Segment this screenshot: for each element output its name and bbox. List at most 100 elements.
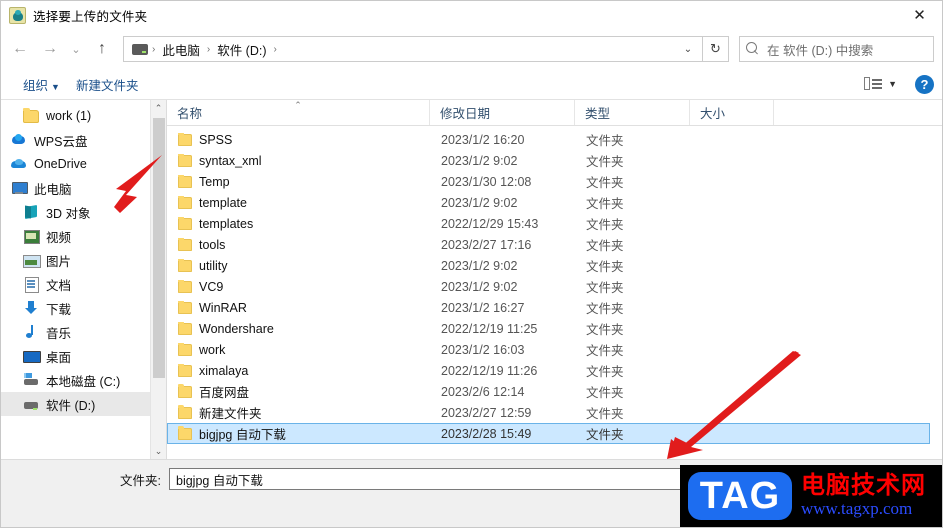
organize-button[interactable]: 组织 ▼ — [15, 72, 68, 97]
downloads-icon — [23, 300, 39, 316]
drive-icon — [23, 396, 39, 412]
column-header-type-label: 类型 — [585, 107, 611, 121]
cell-name: SPSS — [168, 132, 431, 147]
table-row[interactable]: ximalaya 2022/12/19 11:26 文件夹 — [167, 360, 930, 381]
breadcrumb-separator[interactable]: › — [272, 44, 279, 55]
file-name-label: 新建文件夹 — [199, 407, 262, 421]
table-row[interactable]: utility 2023/1/2 9:02 文件夹 — [167, 255, 930, 276]
window-title: 选择要上传的文件夹 — [33, 9, 148, 24]
table-row[interactable]: Temp 2023/1/30 12:08 文件夹 — [167, 171, 930, 192]
navigation-bar: ← → ⌄ ↑ › 此电脑 › 软件 (D:) › ⌄ ↻ 在 软件 (D:) … — [1, 29, 942, 69]
breadcrumb-item-this-pc[interactable]: 此电脑 — [157, 38, 205, 61]
table-row[interactable]: syntax_xml 2023/1/2 9:02 文件夹 — [167, 150, 930, 171]
breadcrumb-separator[interactable]: › — [150, 44, 157, 55]
scroll-down-icon[interactable]: ⌄ — [151, 443, 166, 459]
table-row[interactable]: templates 2022/12/29 15:43 文件夹 — [167, 213, 930, 234]
cell-date: 2023/1/2 16:03 — [441, 342, 525, 357]
cell-name: Wondershare — [168, 321, 431, 336]
breadcrumb-separator[interactable]: › — [205, 44, 212, 55]
cell-date: 2023/1/2 9:02 — [441, 195, 518, 210]
cell-name: ximalaya — [168, 363, 431, 378]
table-row[interactable]: tools 2023/2/27 17:16 文件夹 — [167, 234, 930, 255]
sidebar-item-label: work (1) — [46, 109, 92, 123]
cell-name: WinRAR — [168, 300, 431, 315]
search-placeholder: 在 软件 (D:) 中搜索 — [767, 43, 874, 58]
cell-date: 2022/12/19 11:26 — [441, 363, 538, 378]
file-name-label: ximalaya — [199, 363, 249, 378]
view-chevron-down-icon[interactable]: ▼ — [886, 79, 907, 89]
table-row[interactable]: 新建文件夹 2023/2/27 12:59 文件夹 — [167, 402, 930, 423]
breadcrumb[interactable]: › 此电脑 › 软件 (D:) › ⌄ — [123, 36, 703, 62]
sidebar-item-8[interactable]: 下载 — [1, 296, 166, 320]
table-row[interactable]: VC9 2023/1/2 9:02 文件夹 — [167, 276, 930, 297]
table-row[interactable]: work 2023/1/2 16:03 文件夹 — [167, 339, 930, 360]
column-header-date[interactable]: 修改日期 — [430, 100, 575, 125]
cell-date: 2023/2/6 12:14 — [441, 384, 525, 399]
column-headers: ⌃ 名称 修改日期 类型 大小 — [167, 100, 942, 126]
sidebar-item-6[interactable]: 图片 — [1, 248, 166, 272]
refresh-icon[interactable]: ↻ — [703, 36, 729, 62]
organize-label: 组织 — [23, 78, 49, 93]
breadcrumb-item-drive-d[interactable]: 软件 (D:) — [212, 38, 271, 61]
folder-picker-dialog: 选择要上传的文件夹 ✕ ← → ⌄ ↑ › 此电脑 › 软件 (D:) › ⌄ … — [0, 0, 943, 528]
folder-icon — [178, 153, 192, 167]
table-row[interactable]: Wondershare 2022/12/19 11:25 文件夹 — [167, 318, 930, 339]
search-icon — [746, 42, 760, 56]
recent-locations-button[interactable]: ⌄ — [65, 34, 87, 64]
file-name-label: utility — [199, 258, 228, 273]
sidebar-item-9[interactable]: 音乐 — [1, 320, 166, 344]
cell-type: 文件夹 — [586, 134, 624, 148]
sidebar-item-0[interactable]: work (1) — [1, 104, 166, 128]
forward-button[interactable]: → — [35, 34, 65, 64]
sidebar-item-3[interactable]: 此电脑 — [1, 176, 166, 200]
sidebar-item-label: 3D 对象 — [46, 206, 91, 221]
cell-type: 文件夹 — [586, 239, 624, 253]
cell-date: 2023/1/30 12:08 — [441, 174, 532, 189]
sidebar-item-label: 桌面 — [46, 350, 72, 365]
scroll-up-icon[interactable]: ⌃ — [151, 100, 166, 116]
cell-date: 2023/1/2 9:02 — [441, 279, 518, 294]
cell-type: 文件夹 — [586, 344, 624, 358]
folder-icon — [178, 132, 192, 146]
sidebar-item-5[interactable]: 视频 — [1, 224, 166, 248]
sidebar-scrollbar[interactable]: ⌃ ⌄ — [150, 100, 166, 459]
sidebar-list: work (1) WPS云盘 OneDrive 此电脑 3D 对象视频 图片 文档 下载 音乐桌… — [1, 100, 166, 416]
change-view-icon[interactable] — [864, 77, 883, 91]
search-input[interactable]: 在 软件 (D:) 中搜索 — [739, 36, 934, 62]
table-row[interactable]: template 2023/1/2 9:02 文件夹 — [167, 192, 930, 213]
folder-icon — [178, 383, 192, 398]
sidebar-item-2[interactable]: OneDrive — [1, 152, 166, 176]
cell-type: 文件夹 — [586, 428, 624, 442]
sidebar-item-12[interactable]: 软件 (D:) — [1, 392, 166, 416]
folder-icon — [178, 321, 192, 335]
sidebar-scroll-thumb[interactable] — [153, 118, 165, 378]
cell-type: 文件夹 — [586, 365, 624, 379]
table-row[interactable]: bigjpg 自动下载 2023/2/28 15:49 文件夹 — [167, 423, 930, 444]
table-row[interactable]: WinRAR 2023/1/2 16:27 文件夹 — [167, 297, 930, 318]
sidebar-item-11[interactable]: 本地磁盘 (C:) — [1, 368, 166, 392]
close-icon[interactable]: ✕ — [897, 1, 942, 29]
table-row[interactable]: SPSS 2023/1/2 16:20 文件夹 — [167, 129, 930, 150]
chevron-down-icon[interactable]: ⌄ — [676, 37, 700, 61]
up-button[interactable]: ↑ — [87, 34, 117, 64]
sidebar-item-1[interactable]: WPS云盘 — [1, 128, 166, 152]
sidebar-item-4[interactable]: 3D 对象 — [1, 200, 166, 224]
folder-icon — [178, 300, 192, 314]
sidebar-item-10[interactable]: 桌面 — [1, 344, 166, 368]
file-name-label: syntax_xml — [199, 153, 262, 168]
file-name-label: VC9 — [199, 279, 224, 294]
sidebar-item-7[interactable]: 文档 — [1, 272, 166, 296]
column-header-name[interactable]: ⌃ 名称 — [167, 100, 430, 125]
back-button[interactable]: ← — [5, 34, 35, 64]
cell-type: 文件夹 — [586, 323, 624, 337]
table-row[interactable]: 百度网盘 2023/2/6 12:14 文件夹 — [167, 381, 930, 402]
dialog-body: work (1) WPS云盘 OneDrive 此电脑 3D 对象视频 图片 文档 下载 音乐桌… — [1, 100, 942, 459]
column-header-size[interactable]: 大小 — [690, 100, 774, 125]
this-pc-icon — [11, 180, 28, 196]
column-header-type[interactable]: 类型 — [575, 100, 690, 125]
sort-ascending-icon: ⌃ — [294, 100, 302, 110]
folder-icon — [178, 279, 192, 293]
folder-icon — [23, 108, 39, 123]
help-icon[interactable]: ? — [915, 74, 934, 94]
new-folder-button[interactable]: 新建文件夹 — [68, 72, 147, 97]
